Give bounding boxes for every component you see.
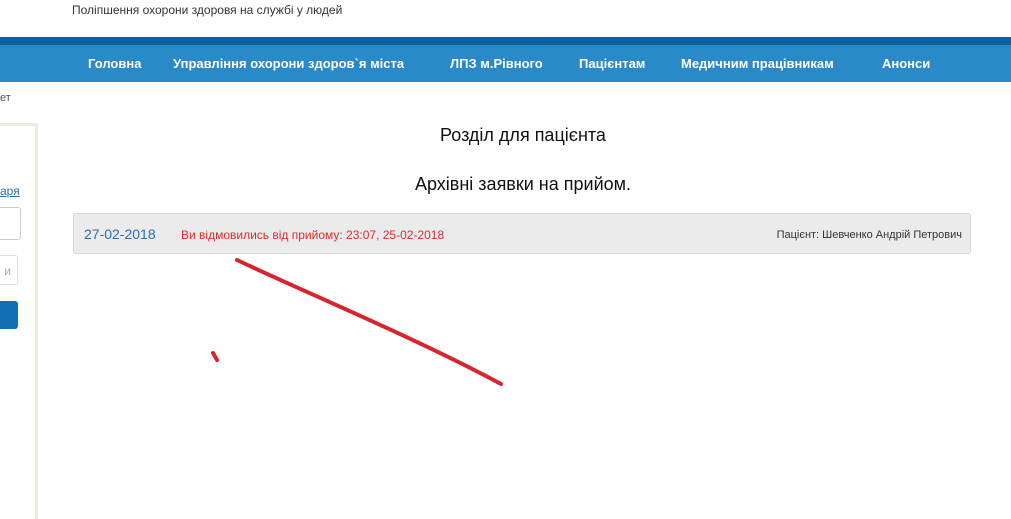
red-marker-dot <box>211 351 219 362</box>
red-marker-stroke <box>235 258 503 386</box>
section-title: Розділ для пацієнта <box>440 125 606 145</box>
nav-item-health-department[interactable]: Управління охорони здоров`я міста <box>173 45 404 82</box>
archive-title: Архівні заявки на прийом. <box>414 174 632 194</box>
breadcrumb: ет <box>0 92 11 104</box>
main-nav: Головна Управління охорони здоров`я міст… <box>0 45 1011 82</box>
appointment-row[interactable]: 27-02-2018 Ви відмовились від прийому: 2… <box>73 213 971 254</box>
nav-item-patients[interactable]: Пацієнтам <box>579 45 645 82</box>
sidebar-link[interactable]: аря <box>0 184 20 198</box>
nav-item-home[interactable]: Головна <box>88 45 141 82</box>
sidebar-submit-button[interactable] <box>0 301 18 329</box>
appointment-patient: Пацієнт: Шевченко Андрій Петрович <box>776 229 962 241</box>
nav-top-stripe <box>0 37 1011 45</box>
site-tagline: Поліпшення охорони здоровя на службі у л… <box>72 3 343 17</box>
nav-item-announcements[interactable]: Анонси <box>882 45 930 82</box>
page: Поліпшення охорони здоровя на службі у л… <box>0 0 1011 519</box>
nav-item-clinics[interactable]: ЛПЗ м.Рівного <box>450 45 543 82</box>
nav-item-medical-workers[interactable]: Медичним працівникам <box>681 45 834 82</box>
appointment-date: 27-02-2018 <box>84 226 156 242</box>
sidebar-login-input[interactable] <box>0 207 21 240</box>
sidebar-password-placeholder: и <box>4 264 11 278</box>
sidebar-password-input[interactable]: и <box>0 255 18 285</box>
appointment-status: Ви відмовились від прийому: 23:07, 25-02… <box>181 228 445 242</box>
